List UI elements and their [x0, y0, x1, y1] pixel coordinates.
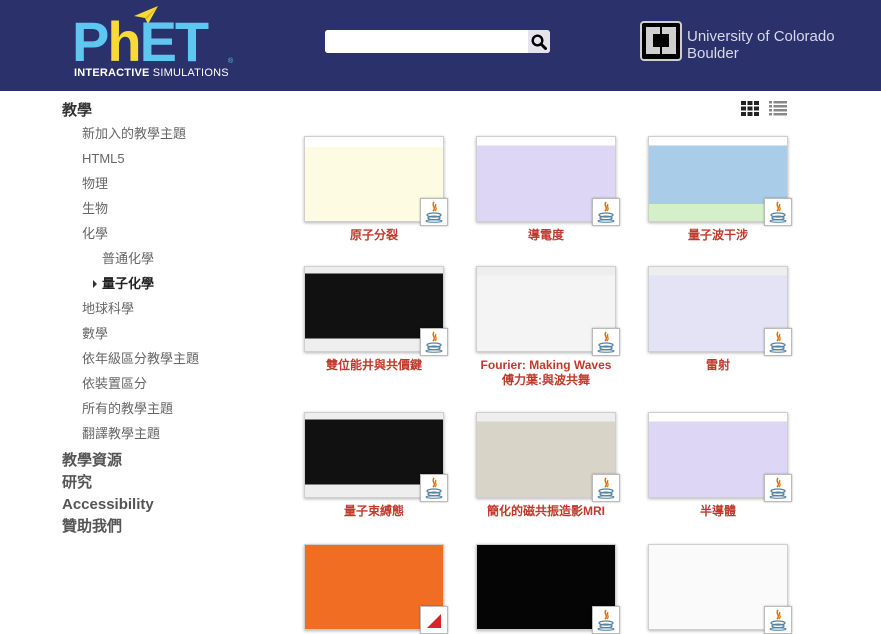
simulation-card[interactable]: 雷射: [632, 266, 804, 373]
nav-item-quantum-chemistry[interactable]: 量子化學: [62, 275, 282, 300]
simulation-card[interactable]: [460, 544, 632, 634]
nav-item-physics[interactable]: 物理: [62, 175, 282, 200]
java-badge-icon: [764, 474, 792, 502]
simulation-card[interactable]: 半導體: [632, 412, 804, 519]
java-badge-icon: [592, 328, 620, 356]
simulation-title[interactable]: 原子分裂: [288, 228, 460, 243]
nav-teaching-resources[interactable]: 教學資源: [62, 450, 282, 472]
simulation-title[interactable]: 簡化的磁共振造影MRI: [460, 504, 632, 519]
simulation-title[interactable]: Fourier: Making Waves 傅力葉:與波共舞: [460, 358, 632, 388]
simulation-card[interactable]: 導電度: [460, 136, 632, 243]
nav-item-all[interactable]: 所有的教學主題: [62, 400, 282, 425]
site-header: PhET ® INTERACTIVE SIMULATIONS Universit…: [0, 0, 881, 91]
search-button[interactable]: [528, 30, 550, 53]
simulation-card[interactable]: 原子分裂: [288, 136, 460, 243]
simulation-card[interactable]: [632, 544, 804, 634]
simulation-title[interactable]: 量子波干涉: [632, 228, 804, 243]
search-icon: [531, 33, 547, 50]
nav-item-html5[interactable]: HTML5: [62, 150, 282, 175]
simulation-card[interactable]: 簡化的磁共振造影MRI: [460, 412, 632, 519]
java-badge-icon: [420, 198, 448, 226]
simulation-title[interactable]: 雷射: [632, 358, 804, 373]
nav-research[interactable]: 研究: [62, 472, 282, 494]
cu-emblem-icon: [640, 21, 682, 61]
flash-badge-icon: [420, 606, 448, 634]
java-badge-icon: [764, 328, 792, 356]
java-badge-icon: [420, 474, 448, 502]
phet-logo[interactable]: PhET ® INTERACTIVE SIMULATIONS: [72, 6, 237, 82]
registered-mark: ®: [228, 58, 234, 65]
caret-right-icon: [93, 280, 97, 288]
nav-teaching[interactable]: 教學: [62, 100, 282, 122]
logo-wordmark: PhET: [72, 10, 209, 73]
nav-donate[interactable]: 贊助我們: [62, 516, 282, 538]
view-toggle: [741, 100, 791, 118]
nav-item-by-device[interactable]: 依裝置區分: [62, 375, 282, 400]
search-box: [325, 30, 550, 53]
grid-view-icon[interactable]: [741, 101, 759, 116]
simulation-title[interactable]: 雙位能井與共價鍵: [288, 358, 460, 373]
search-input[interactable]: [325, 30, 528, 53]
logo-subtitle: INTERACTIVE SIMULATIONS: [74, 67, 229, 79]
university-name: University of Colorado Boulder: [687, 28, 835, 62]
simulation-card[interactable]: [288, 544, 460, 634]
simulation-card[interactable]: Fourier: Making Waves 傅力葉:與波共舞: [460, 266, 632, 388]
java-badge-icon: [592, 474, 620, 502]
java-badge-icon: [764, 606, 792, 634]
nav-item-translated[interactable]: 翻譯教學主題: [62, 425, 282, 450]
sidebar-nav: 教學 新加入的教學主題 HTML5 物理 生物 化學 普通化學 量子化學 地球科…: [62, 100, 282, 538]
simulation-title[interactable]: 量子束縛態: [288, 504, 460, 519]
nav-item-chemistry[interactable]: 化學: [62, 225, 282, 250]
simulation-title[interactable]: 半導體: [632, 504, 804, 519]
list-view-icon[interactable]: [769, 101, 787, 116]
nav-item-earth-science[interactable]: 地球科學: [62, 300, 282, 325]
nav-item-by-grade[interactable]: 依年級區分教學主題: [62, 350, 282, 375]
cu-boulder-logo[interactable]: University of Colorado Boulder: [640, 21, 850, 65]
simulation-card[interactable]: 雙位能井與共價鍵: [288, 266, 460, 373]
nav-item-math[interactable]: 數學: [62, 325, 282, 350]
simulation-card[interactable]: 量子束縛態: [288, 412, 460, 519]
nav-item-biology[interactable]: 生物: [62, 200, 282, 225]
simulation-card[interactable]: 量子波干涉: [632, 136, 804, 243]
nav-accessibility[interactable]: Accessibility: [62, 494, 282, 516]
java-badge-icon: [592, 606, 620, 634]
java-badge-icon: [420, 328, 448, 356]
nav-item-new[interactable]: 新加入的教學主題: [62, 125, 282, 150]
nav-item-general-chemistry[interactable]: 普通化學: [62, 250, 282, 275]
java-badge-icon: [592, 198, 620, 226]
simulation-title[interactable]: 導電度: [460, 228, 632, 243]
java-badge-icon: [764, 198, 792, 226]
